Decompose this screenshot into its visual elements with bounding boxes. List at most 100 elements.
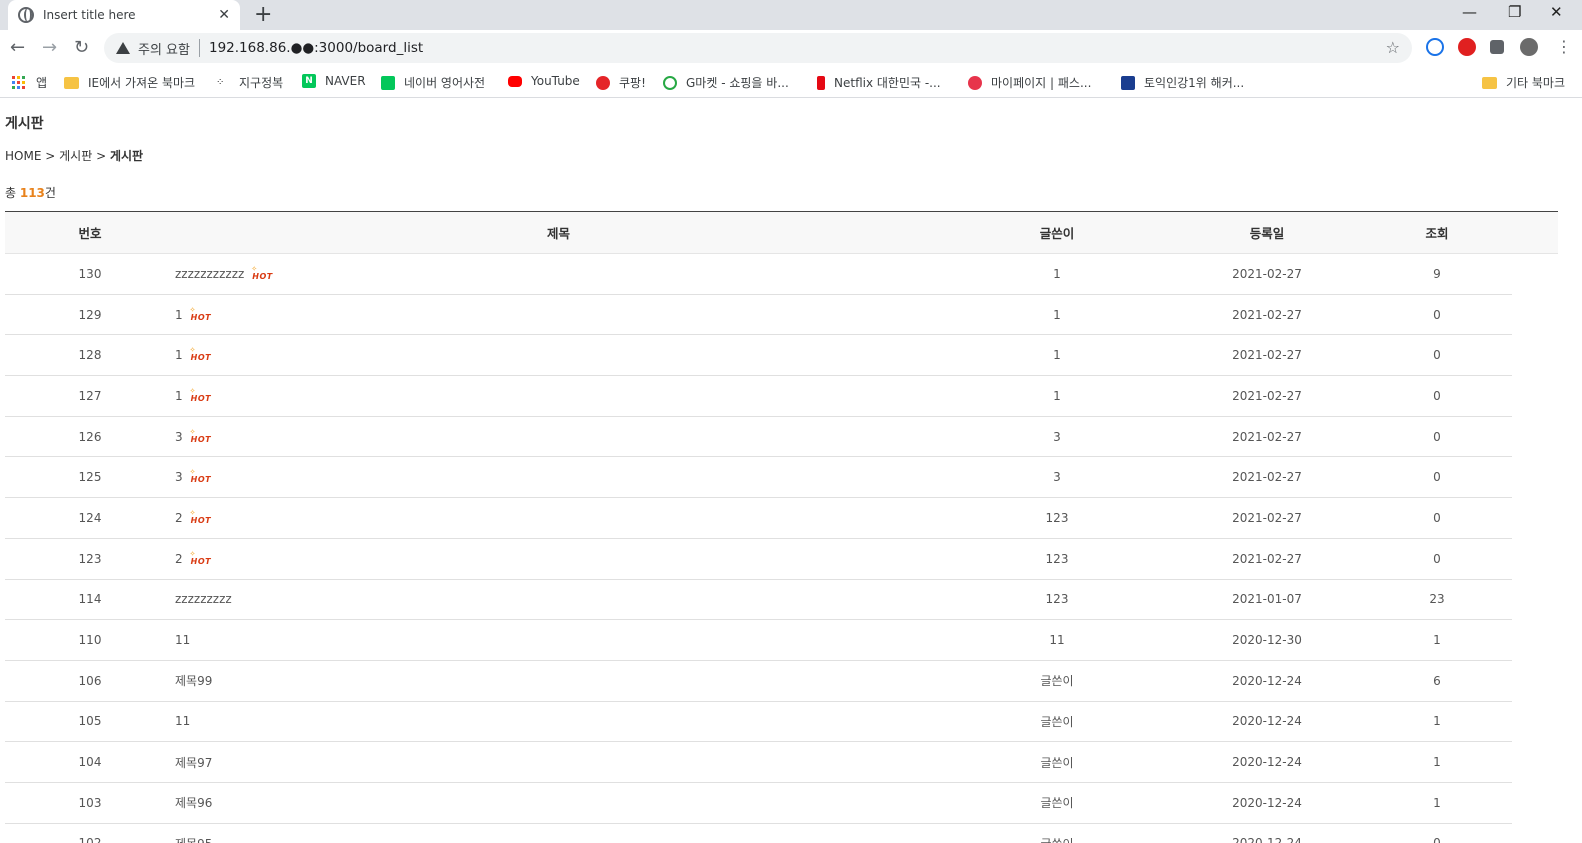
menu-kebab-icon[interactable]: ⋮	[1556, 37, 1572, 56]
row-writer: 글쓴이	[942, 741, 1172, 783]
row-title-link[interactable]: 제목95	[175, 837, 212, 843]
breadcrumb-separator: >	[45, 149, 56, 163]
breadcrumb-home[interactable]: HOME	[5, 149, 41, 163]
bookmark-apps[interactable]: 앱	[12, 74, 47, 91]
naver-dict-icon	[381, 75, 395, 90]
row-title-link[interactable]: 2	[175, 552, 183, 566]
omnibox-divider	[198, 39, 200, 57]
row-number: 124	[5, 497, 175, 539]
hot-badge-icon: HOT	[190, 468, 211, 484]
row-hits: 0	[1362, 294, 1512, 336]
extension-opera-icon[interactable]	[1458, 38, 1476, 56]
column-header-date: 등록일	[1172, 211, 1362, 254]
bookmark-label: 마이페이지 | 패스...	[991, 76, 1092, 90]
bookmark-hackers[interactable]: 토익인강1위 해커...	[1121, 74, 1244, 91]
table-row[interactable]: 103 제목96 글쓴이 2020-12-24 1	[5, 782, 1558, 824]
column-header-title: 제목	[175, 211, 942, 254]
table-row[interactable]: 1263HOT32021-02-270	[5, 416, 1558, 458]
bookmark-naver-dict[interactable]: 네이버 영어사전	[381, 74, 485, 91]
gmarket-icon	[663, 75, 677, 90]
breadcrumb: HOME > 게시판 > 게시판	[5, 147, 1577, 164]
row-writer: 1	[942, 253, 1172, 295]
table-row[interactable]: 105 11 글쓴이 2020-12-24 1	[5, 701, 1558, 743]
address-bar[interactable]: 주의 요함 192.168.86.●●:3000/board_list ☆	[104, 33, 1412, 63]
row-title-link[interactable]: 1	[175, 348, 183, 362]
close-window-icon[interactable]: ✕	[1550, 3, 1563, 21]
reload-icon[interactable]: ↻	[74, 37, 89, 58]
table-row[interactable]: 102제목95 글쓴이2020-12-240	[5, 823, 1558, 843]
row-title-link[interactable]: 2	[175, 511, 183, 525]
row-hits: 0	[1362, 538, 1512, 580]
table-row[interactable]: 1291HOT12021-02-270	[5, 294, 1558, 336]
bookmark-ie-folder[interactable]: IE에서 가져온 북마크	[64, 74, 195, 91]
profile-avatar[interactable]	[1520, 38, 1538, 56]
row-date: 2021-02-27	[1172, 497, 1362, 539]
row-pad	[1512, 498, 1558, 539]
bookmark-gmarket[interactable]: G마켓 - 쇼핑을 바...	[663, 74, 789, 91]
row-number: 105	[5, 701, 175, 743]
url-text[interactable]: 192.168.86.●●:3000/board_list	[209, 40, 423, 56]
table-row[interactable]: 114 zzzzzzzzz 123 2021-01-07 23	[5, 579, 1558, 621]
bookmark-netflix[interactable]: Netflix 대한민국 -...	[817, 74, 941, 91]
hackers-icon	[1121, 75, 1135, 90]
table-row[interactable]: 1242 HOT 1232021-02-270	[5, 497, 1558, 539]
row-date: 2021-02-27	[1172, 375, 1362, 417]
row-title-link[interactable]: 제목96	[175, 796, 212, 810]
extension-infinity-icon[interactable]	[1426, 38, 1444, 56]
row-date: 2021-01-07	[1172, 579, 1362, 621]
minimize-icon[interactable]: —	[1462, 3, 1477, 21]
row-title-link[interactable]: 제목97	[175, 756, 212, 770]
table-row[interactable]: 106 제목99 글쓴이 2020-12-24 6	[5, 660, 1558, 702]
close-tab-icon[interactable]: ✕	[218, 7, 230, 23]
row-writer: 글쓴이	[942, 701, 1172, 743]
row-pad	[1512, 376, 1558, 417]
row-date: 2020-12-24	[1172, 701, 1362, 743]
naver-icon: N	[302, 74, 316, 88]
row-title-link[interactable]: 11	[175, 714, 190, 728]
row-title-cell: 11	[175, 619, 942, 661]
bookmark-star-icon[interactable]: ☆	[1386, 38, 1400, 57]
back-icon[interactable]: ←	[10, 37, 25, 58]
table-row[interactable]: 1271HOT12021-02-270	[5, 375, 1558, 417]
row-pad	[1512, 620, 1558, 661]
restore-icon[interactable]: ❐	[1508, 3, 1521, 21]
row-title-cell: 1 HOT	[175, 294, 942, 336]
row-title-link[interactable]: zzzzzzzzz	[175, 592, 232, 606]
row-title-link[interactable]: 1	[175, 389, 183, 403]
breadcrumb-board[interactable]: 게시판	[59, 149, 92, 163]
table-row[interactable]: 104 제목97 글쓴이 2020-12-24 1	[5, 741, 1558, 783]
row-number: 128	[5, 334, 175, 377]
row-title-link[interactable]: 3	[175, 430, 183, 444]
row-title-link[interactable]: 3	[175, 470, 183, 484]
row-title-link[interactable]: 제목99	[175, 674, 212, 688]
forward-icon[interactable]: →	[42, 37, 57, 58]
new-tab-button[interactable]: +	[254, 2, 272, 27]
bookmark-label: 기타 북마크	[1506, 76, 1566, 90]
row-hits: 0	[1362, 456, 1512, 499]
hot-badge-icon: HOT	[251, 265, 272, 281]
table-row[interactable]: 1253HOT32021-02-270	[5, 456, 1558, 499]
browser-tab[interactable]: Insert title here ✕	[8, 0, 240, 30]
table-row[interactable]: 1232HOT1232021-02-270	[5, 538, 1558, 580]
row-date: 2020-12-24	[1172, 782, 1362, 824]
row-title-cell: 1 HOT	[175, 334, 942, 377]
table-row[interactable]: 130zzzzzzzzzzz HOT 12021-02-279	[5, 253, 1558, 295]
row-title-link[interactable]: 1	[175, 308, 183, 322]
row-date: 2021-02-27	[1172, 538, 1362, 580]
bookmark-jigu[interactable]: ⁘ 지구정복	[216, 74, 283, 91]
bookmark-youtube[interactable]: YouTube	[508, 74, 580, 88]
table-row[interactable]: 1281HOT12021-02-270	[5, 334, 1558, 377]
row-number: 110	[5, 619, 175, 661]
bookmark-other-folder[interactable]: 기타 북마크	[1482, 74, 1565, 91]
row-writer: 123	[942, 497, 1172, 539]
bookmark-coupang[interactable]: 쿠팡!	[596, 74, 646, 91]
row-title-link[interactable]: zzzzzzzzzzz	[175, 267, 244, 281]
table-row[interactable]: 110 11 11 2020-12-30 1	[5, 619, 1558, 661]
extensions-puzzle-icon[interactable]	[1490, 40, 1504, 54]
bookmark-pass[interactable]: 마이페이지 | 패스...	[968, 74, 1091, 91]
row-pad	[1512, 782, 1558, 823]
page-title: 게시판	[5, 116, 44, 132]
row-title-link[interactable]: 11	[175, 633, 190, 647]
bookmark-naver[interactable]: N NAVER	[302, 74, 366, 88]
row-date: 2021-02-27	[1172, 294, 1362, 336]
